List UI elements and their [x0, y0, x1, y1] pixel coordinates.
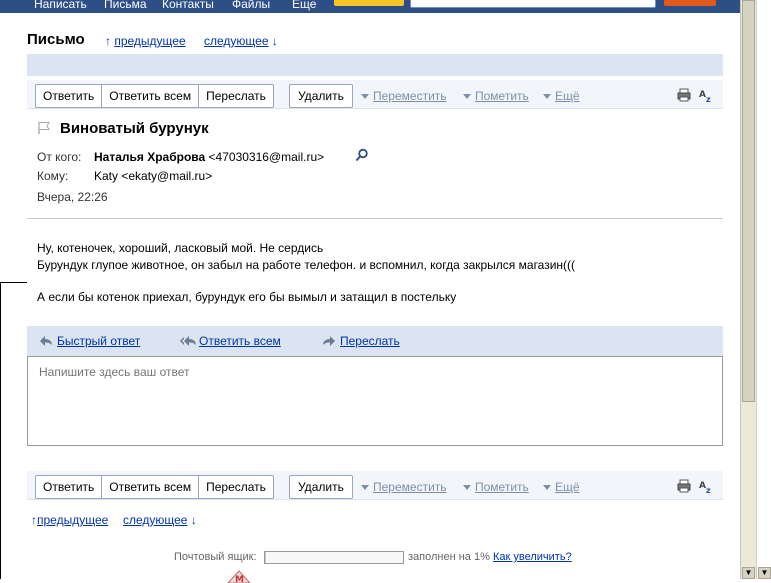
storage-increase-link[interactable]: Как увеличить?: [493, 551, 572, 563]
sender-name[interactable]: Наталья Храброва: [94, 150, 205, 164]
chevron-down-icon: [463, 485, 471, 491]
prev-letter-link-bottom[interactable]: предыдущее: [37, 513, 108, 527]
prev-letter-link[interactable]: предыдущее: [114, 34, 185, 48]
reply-all-button[interactable]: Ответить всем: [102, 85, 200, 107]
chevron-down-icon: [543, 485, 551, 491]
nav-compose[interactable]: Написать: [34, 0, 87, 11]
flag-icon[interactable]: [37, 121, 51, 135]
svg-text:z: z: [706, 95, 711, 103]
mark-dropdown-bottom[interactable]: Пометить: [463, 480, 529, 494]
storage-indicator: Почтовый ящик: заполнен на 1% Как увелич…: [174, 551, 572, 564]
header-bar: [27, 54, 723, 76]
scroll-down-arrow-icon[interactable]: ▼: [742, 567, 755, 579]
forward-button[interactable]: Переслать: [199, 85, 273, 107]
body-line-3: А если бы котенок приехал, бурундук его …: [37, 290, 457, 304]
chevron-down-icon: [361, 94, 369, 100]
more-dropdown[interactable]: Ещё: [543, 89, 580, 103]
top-toolbar: Ответить Ответить всем Переслать Удалить…: [27, 80, 723, 109]
message-subject: Виноватый бурунук: [60, 120, 209, 137]
reply-box: [27, 356, 723, 446]
forward-button-bottom[interactable]: Переслать: [199, 476, 273, 498]
body-line-2: Бурундук глупое животное, он забыл на ра…: [37, 258, 576, 272]
storage-bar: [264, 551, 404, 564]
storage-label: Почтовый ящик:: [174, 551, 257, 563]
reply-button[interactable]: Ответить: [36, 85, 103, 107]
sender-email[interactable]: <47030316@mail.ru>: [209, 150, 325, 164]
next-letter-link-bottom[interactable]: следующее: [123, 513, 188, 527]
reply-all-button-bottom[interactable]: Ответить всем: [102, 476, 200, 498]
nav-more[interactable]: Еще: [292, 0, 316, 11]
reply-button-group-bottom: Ответить Ответить всем Переслать: [35, 475, 274, 499]
outer-scrollbar[interactable]: ▼: [756, 0, 771, 579]
nav-files[interactable]: Файлы: [232, 0, 270, 11]
scrollbar-thumb[interactable]: [742, 0, 755, 402]
move-dropdown[interactable]: Переместить: [361, 89, 447, 103]
recipient: Katy <ekaty@mail.ru>: [94, 169, 213, 183]
chevron-down-icon: [463, 94, 471, 100]
more-dropdown-bottom[interactable]: Ещё: [543, 480, 580, 494]
chevron-down-icon: [361, 485, 369, 491]
bottom-toolbar: Ответить Ответить всем Переслать Удалить…: [27, 471, 723, 500]
quick-reply-bar: Быстрый ответ Ответить всем Переслать: [27, 326, 723, 356]
reply-button-bottom[interactable]: Ответить: [36, 476, 103, 498]
to-label: Кому:: [37, 169, 69, 183]
svg-text:z: z: [706, 486, 711, 494]
forward-arrow-icon: [323, 336, 335, 346]
page-title: Письмо: [27, 31, 85, 48]
sender: Наталья Храброва <47030316@mail.ru>: [94, 150, 324, 164]
mail-logo-icon: M: [227, 570, 251, 583]
translate-icon[interactable]: A z: [698, 478, 714, 494]
down-arrow-icon: ↓: [268, 34, 278, 48]
svg-text:A: A: [699, 481, 706, 491]
reply-button-group: Ответить Ответить всем Переслать: [35, 84, 274, 108]
nav-contacts[interactable]: Контакты: [162, 0, 214, 11]
inner-scrollbar[interactable]: ▼: [740, 0, 756, 579]
chevron-down-icon: [543, 94, 551, 100]
frame-edge: [0, 282, 1, 579]
reply-arrow-icon: [40, 336, 52, 346]
from-label: От кого:: [37, 150, 82, 164]
storage-bar-fill: [265, 552, 267, 563]
storage-status: заполнен на 1%: [408, 551, 490, 563]
print-icon[interactable]: [676, 478, 692, 494]
quick-forward-link[interactable]: Переслать: [340, 334, 400, 348]
up-arrow-icon: ↑: [105, 34, 115, 48]
message-date: Вчера, 22:26: [37, 190, 108, 204]
magnifier-icon[interactable]: [355, 148, 369, 162]
mark-dropdown[interactable]: Пометить: [463, 89, 529, 103]
top-navigation: Написать Письма Контакты Файлы Еще: [0, 0, 740, 13]
print-icon[interactable]: [676, 87, 692, 103]
down-arrow-icon: ↓: [187, 513, 197, 527]
reply-textarea[interactable]: [28, 357, 722, 445]
reply-all-arrow-icon: [180, 336, 196, 346]
svg-text:M: M: [235, 575, 244, 583]
next-letter-link[interactable]: следующее: [204, 34, 269, 48]
search-button[interactable]: [664, 0, 716, 6]
nav-letters[interactable]: Письма: [104, 0, 147, 11]
delete-button-bottom[interactable]: Удалить: [289, 475, 353, 499]
search-input[interactable]: [410, 0, 656, 8]
svg-text:A: A: [699, 90, 706, 100]
divider: [27, 218, 723, 219]
bottom-letter-nav: ↑предыдущее следующее ↓: [31, 513, 197, 527]
scroll-down-arrow-icon-outer[interactable]: ▼: [758, 567, 771, 579]
frame-edge-top: [0, 282, 27, 283]
move-dropdown-bottom[interactable]: Переместить: [361, 480, 447, 494]
translate-icon[interactable]: A z: [698, 87, 714, 103]
quick-reply-link[interactable]: Быстрый ответ: [57, 334, 140, 348]
quick-reply-all-link[interactable]: Ответить всем: [199, 334, 281, 348]
body-line-1: Ну, котеночек, хороший, ласковый мой. Не…: [37, 241, 324, 255]
delete-button[interactable]: Удалить: [289, 84, 353, 108]
promo-badge[interactable]: [334, 0, 404, 6]
